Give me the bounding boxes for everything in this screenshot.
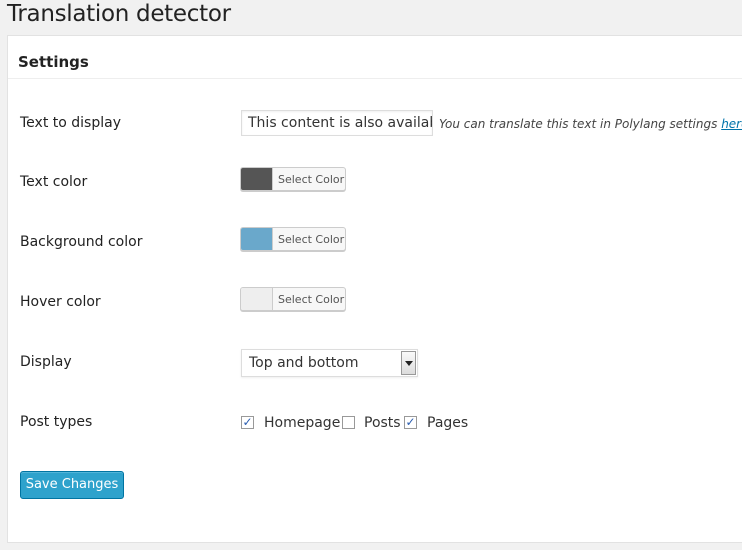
background-color-picker-button[interactable]: Select Color (240, 227, 346, 251)
translate-help-text: You can translate this text in Polylang … (439, 117, 742, 131)
settings-header: Settings (8, 36, 742, 79)
display-selected-value: Top and bottom (249, 355, 359, 371)
settings-panel: Settings Text to display This content is… (7, 35, 742, 543)
background-color-label: Background color (20, 234, 143, 250)
text-to-display-input[interactable]: This content is also availab (241, 110, 433, 136)
select-color-label: Select Color (278, 173, 345, 186)
text-color-swatch (241, 168, 273, 190)
settings-title: Settings (18, 53, 89, 71)
text-color-label: Text color (20, 174, 88, 190)
pages-checkbox[interactable]: ✓ (404, 416, 417, 429)
select-color-label: Select Color (278, 233, 345, 246)
hover-color-picker-button[interactable]: Select Color (240, 287, 346, 311)
background-color-swatch (241, 228, 273, 250)
help-text: You can translate this text in Polylang … (439, 117, 718, 131)
hover-color-swatch (241, 288, 273, 310)
polylang-settings-link[interactable]: here. (721, 117, 742, 131)
pages-checkbox-label: Pages (427, 415, 469, 431)
select-color-label: Select Color (278, 293, 345, 306)
page-title: Translation detector (7, 1, 231, 27)
text-to-display-label: Text to display (20, 115, 121, 131)
homepage-checkbox[interactable]: ✓ (241, 416, 254, 429)
display-label: Display (20, 354, 72, 370)
posts-checkbox[interactable] (342, 416, 355, 429)
text-color-picker-button[interactable]: Select Color (240, 167, 346, 191)
post-types-label: Post types (20, 414, 93, 430)
chevron-down-icon[interactable] (401, 351, 416, 375)
save-changes-button[interactable]: Save Changes (20, 471, 124, 499)
hover-color-label: Hover color (20, 294, 101, 310)
display-select[interactable]: Top and bottom (241, 349, 418, 377)
posts-checkbox-label: Posts (364, 415, 401, 431)
homepage-checkbox-label: Homepage (264, 415, 341, 431)
